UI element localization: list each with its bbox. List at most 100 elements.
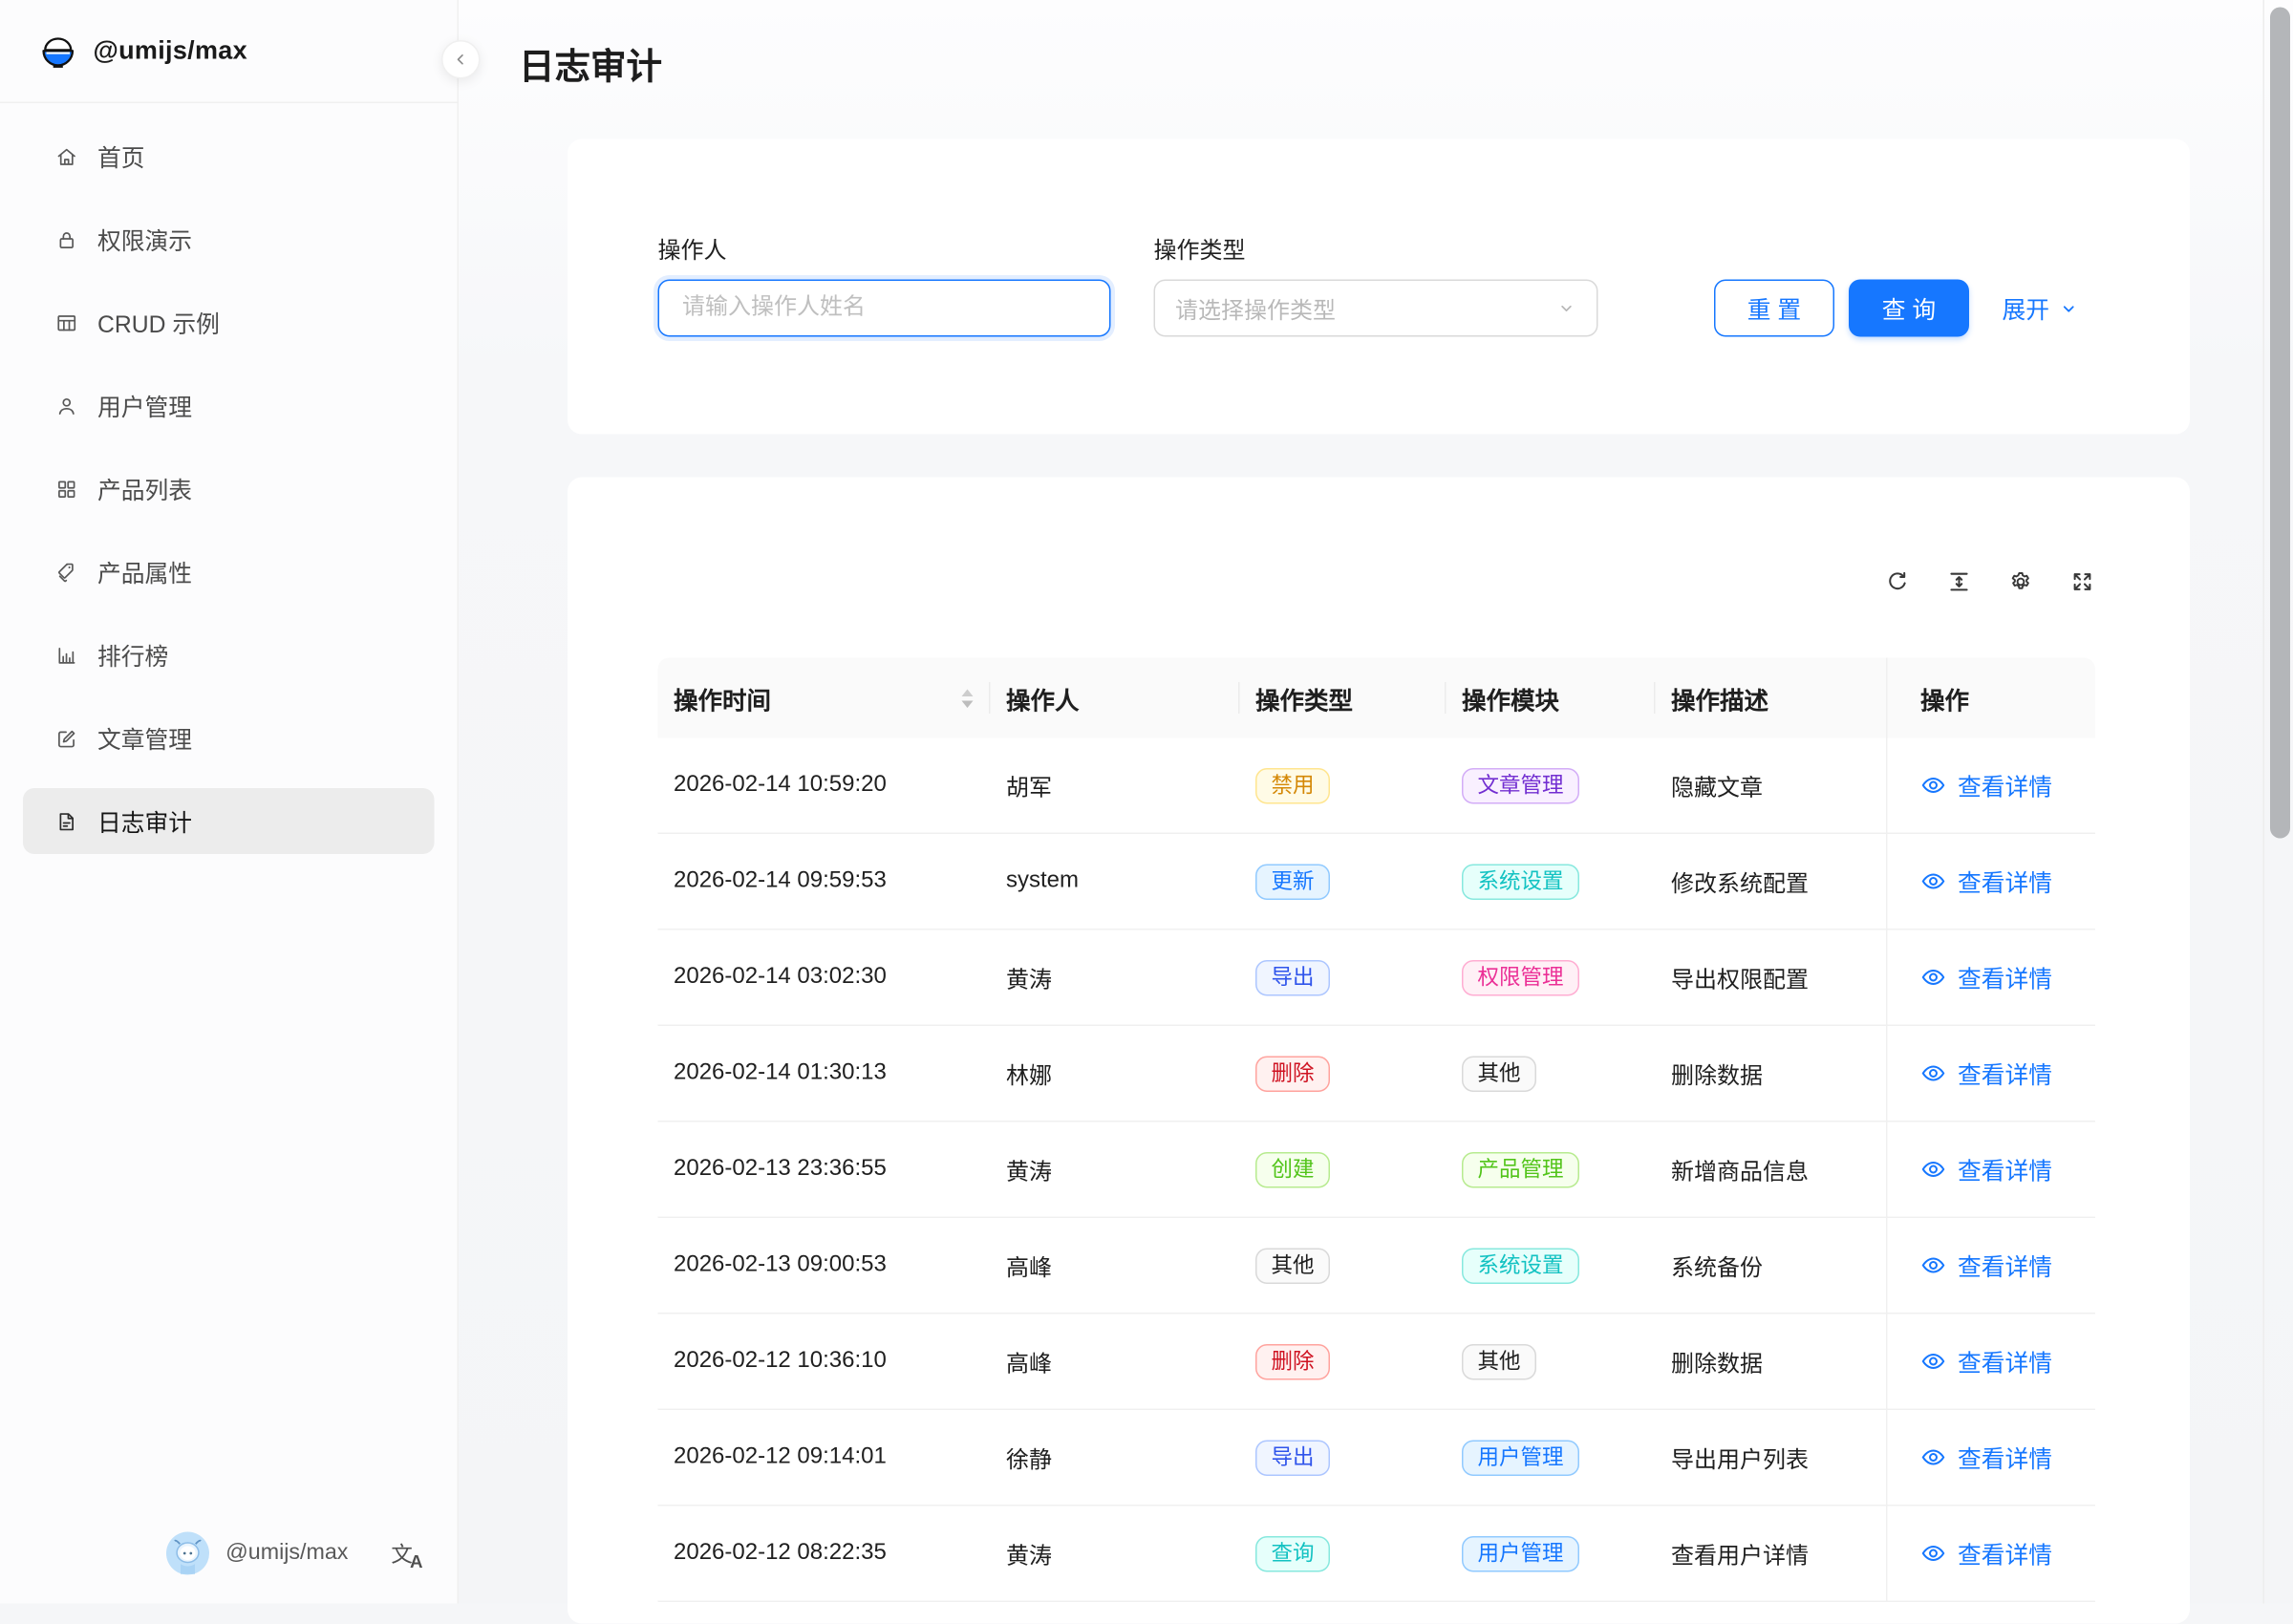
sidebar-item-product-attrs[interactable]: 产品属性 [23, 539, 435, 605]
sorter-icon[interactable] [962, 689, 974, 708]
reload-icon[interactable] [1885, 569, 1911, 595]
cell-module: 文章管理 [1447, 767, 1656, 803]
expand-link[interactable]: 展开 [2003, 291, 2079, 326]
filter-card: 操作人 操作类型 请选择操作类型 重 置 查 询 展开 [568, 139, 2190, 435]
cell-time: 2026-02-13 09:00:53 [658, 1252, 991, 1278]
sidebar: @umijs/max 首页 权限演示 CRUD 示例 [0, 0, 459, 1604]
expand-label: 展开 [2003, 291, 2050, 326]
sidebar-item-label: 产品属性 [97, 555, 192, 589]
cell-type: 查询 [1240, 1535, 1447, 1571]
sidebar-menu: 首页 权限演示 CRUD 示例 用户管理 [0, 103, 458, 854]
operation-type-tag: 导出 [1255, 1440, 1330, 1476]
lock-icon [54, 227, 79, 252]
operation-type-tag: 禁用 [1255, 767, 1330, 803]
column-header-desc: 操作描述 [1656, 658, 1887, 738]
fixed-column-divider [1886, 658, 1888, 1603]
sidebar-item-label: 排行榜 [97, 638, 168, 673]
operator-field: 操作人 [658, 237, 1111, 337]
sidebar-item-home[interactable]: 首页 [23, 123, 435, 189]
edit-icon [54, 726, 79, 751]
user-chip[interactable]: @umijs/max [167, 1532, 349, 1575]
sidebar-item-ranking[interactable]: 排行榜 [23, 622, 435, 688]
reset-button[interactable]: 重 置 [1714, 280, 1834, 337]
view-details-link[interactable]: 查看详情 [1902, 960, 2096, 994]
column-header-action: 操作 [1886, 658, 2095, 738]
cell-desc: 导出权限配置 [1656, 960, 1887, 994]
eye-icon [1920, 1252, 1946, 1278]
operation-module-tag: 其他 [1462, 1056, 1536, 1092]
column-height-icon[interactable] [1946, 569, 1972, 595]
search-button[interactable]: 查 询 [1849, 280, 1969, 337]
file-text-icon [54, 809, 79, 834]
scrollbar-thumb[interactable] [2270, 8, 2290, 839]
cell-desc: 隐藏文章 [1656, 768, 1887, 802]
cell-type: 创建 [1240, 1151, 1447, 1187]
cell-action: 查看详情 [1886, 1249, 2095, 1283]
view-details-link[interactable]: 查看详情 [1902, 1152, 2096, 1186]
sidebar-item-users[interactable]: 用户管理 [23, 373, 435, 438]
cell-time: 2026-02-14 09:59:53 [658, 868, 991, 894]
setting-icon[interactable] [2008, 569, 2034, 595]
operator-input-wrapper [658, 280, 1111, 337]
cell-type: 其他 [1240, 1248, 1447, 1284]
cell-action: 查看详情 [1886, 768, 2095, 802]
page-scrollbar[interactable] [2263, 0, 2293, 1604]
cell-type: 更新 [1240, 864, 1447, 900]
sidebar-item-label: 产品列表 [97, 472, 192, 506]
column-header-module: 操作模块 [1447, 658, 1656, 738]
sidebar-item-crud[interactable]: CRUD 示例 [23, 289, 435, 355]
translate-icon[interactable]: 文A [391, 1538, 437, 1569]
sidebar-collapse-button[interactable] [441, 40, 481, 79]
cell-type: 删除 [1240, 1343, 1447, 1379]
operation-module-tag: 其他 [1462, 1343, 1536, 1379]
cell-operator: 高峰 [991, 1344, 1240, 1378]
fullscreen-icon[interactable] [2069, 569, 2095, 595]
sidebar-item-label: 首页 [97, 139, 145, 174]
cell-action: 查看详情 [1886, 960, 2095, 994]
view-details-link[interactable]: 查看详情 [1902, 1536, 2096, 1571]
user-icon [54, 394, 79, 418]
cell-desc: 删除数据 [1656, 1344, 1887, 1378]
cell-action: 查看详情 [1886, 1057, 2095, 1091]
view-details-link[interactable]: 查看详情 [1902, 1441, 2096, 1475]
view-details-link[interactable]: 查看详情 [1902, 1344, 2096, 1378]
footer-user-name: @umijs/max [225, 1541, 348, 1567]
cell-type: 导出 [1240, 959, 1447, 995]
cell-time: 2026-02-12 08:22:35 [658, 1541, 991, 1567]
sidebar-item-products[interactable]: 产品列表 [23, 456, 435, 522]
column-header-operator: 操作人 [991, 658, 1240, 738]
select-placeholder: 请选择操作类型 [1175, 291, 1336, 326]
cell-time: 2026-02-14 01:30:13 [658, 1060, 991, 1086]
view-details-link[interactable]: 查看详情 [1902, 768, 2096, 802]
operation-type-select[interactable]: 请选择操作类型 [1154, 280, 1598, 337]
sidebar-item-articles[interactable]: 文章管理 [23, 705, 435, 771]
operation-module-tag: 系统设置 [1462, 1248, 1579, 1284]
operation-type-tag: 删除 [1255, 1056, 1330, 1092]
operator-input[interactable] [679, 294, 1089, 323]
cell-module: 其他 [1447, 1056, 1656, 1092]
cell-type: 导出 [1240, 1440, 1447, 1476]
eye-icon [1920, 1060, 1946, 1086]
column-header-time[interactable]: 操作时间 [658, 658, 991, 738]
sidebar-item-label: 权限演示 [97, 223, 192, 257]
table-row: 2026-02-13 23:36:55 黄涛 创建 产品管理 新增商品信息 查看… [658, 1122, 2096, 1219]
table-row: 2026-02-13 09:00:53 高峰 其他 系统设置 系统备份 查看详情 [658, 1218, 2096, 1314]
umi-logo-icon [39, 32, 78, 71]
eye-icon [1920, 965, 1946, 991]
table-card: 操作时间 操作人 操作类型 操作模块 操作描述 操作 2026-02-14 10… [568, 478, 2190, 1624]
view-details-label: 查看详情 [1958, 865, 2052, 899]
sidebar-item-log-audit[interactable]: 日志审计 [23, 788, 435, 854]
view-details-link[interactable]: 查看详情 [1902, 1249, 2096, 1283]
sidebar-item-label: 用户管理 [97, 389, 192, 423]
view-details-link[interactable]: 查看详情 [1902, 865, 2096, 899]
tags-icon [54, 560, 79, 585]
sidebar-item-permission[interactable]: 权限演示 [23, 206, 435, 272]
cell-module: 系统设置 [1447, 864, 1656, 900]
view-details-link[interactable]: 查看详情 [1902, 1057, 2096, 1091]
cell-action: 查看详情 [1886, 1344, 2095, 1378]
eye-icon [1920, 1157, 1946, 1183]
cell-desc: 查看用户详情 [1656, 1536, 1887, 1571]
sidebar-item-label: 文章管理 [97, 721, 192, 756]
eye-icon [1920, 868, 1946, 894]
cell-operator: system [991, 868, 1240, 894]
